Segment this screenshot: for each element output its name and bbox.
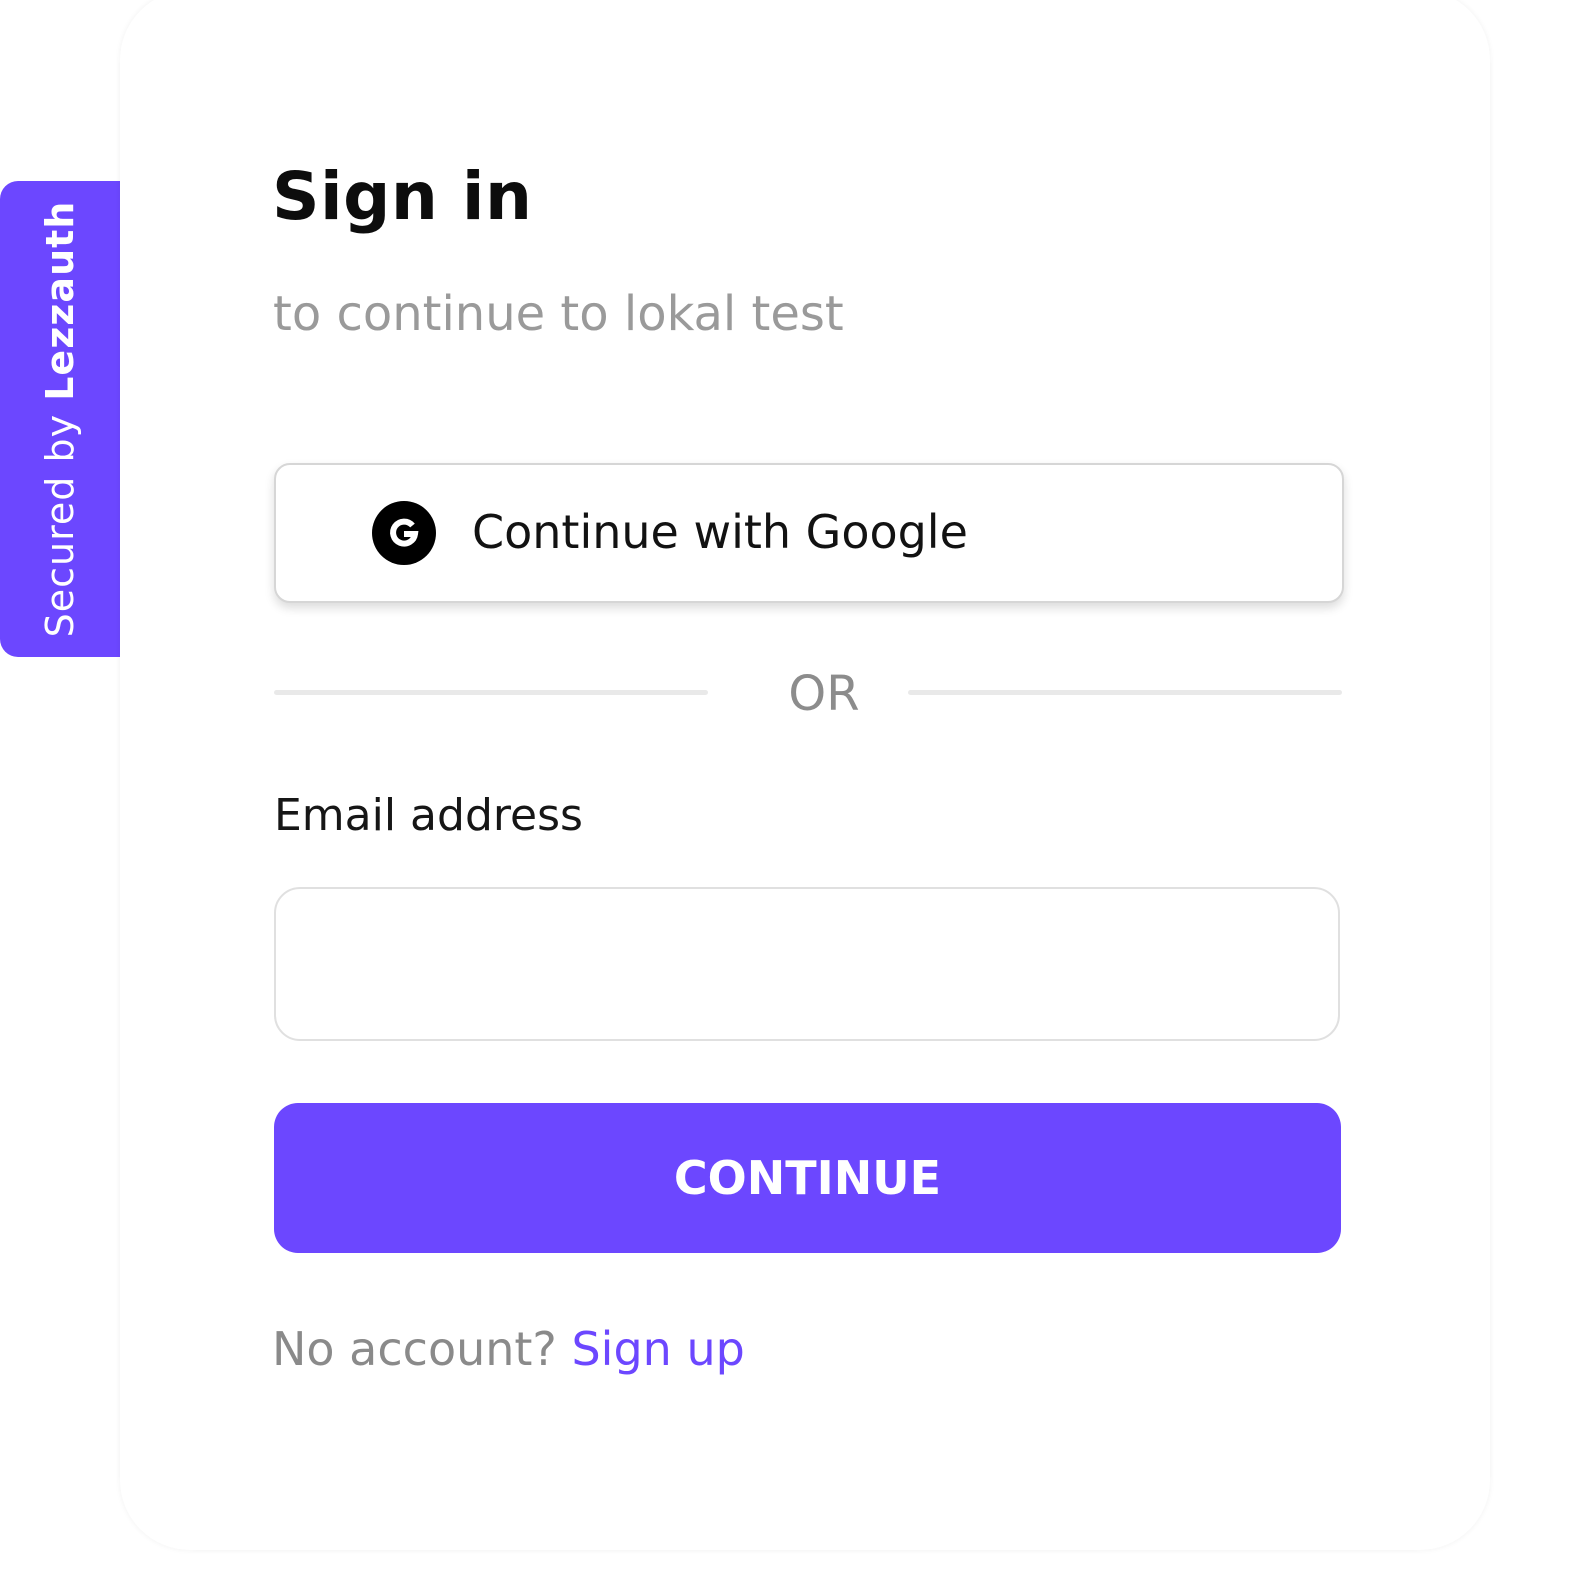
page-subtitle: to continue to lokal test <box>273 286 844 342</box>
sign-up-prompt: No account? Sign up <box>272 1322 745 1376</box>
secured-by-text: Secured by Lezzauth <box>38 201 82 638</box>
divider-right-line <box>908 690 1342 695</box>
page-title: Sign in <box>272 158 533 235</box>
continue-button[interactable]: CONTINUE <box>274 1103 1341 1253</box>
email-field[interactable] <box>274 887 1340 1041</box>
sign-in-card: Sign in to continue to lokal test Contin… <box>120 0 1490 1550</box>
divider-left-line <box>274 690 708 695</box>
google-button-label: Continue with Google <box>472 505 968 559</box>
continue-with-google-button[interactable]: Continue with Google <box>274 463 1344 603</box>
secured-by-badge: Secured by Lezzauth <box>0 181 120 657</box>
no-account-text: No account? <box>272 1322 557 1376</box>
sign-in-page: Secured by Lezzauth Sign in to continue … <box>0 0 1588 1588</box>
divider-or: OR <box>788 666 860 722</box>
google-icon <box>372 501 436 565</box>
sign-up-link[interactable]: Sign up <box>571 1322 744 1376</box>
secured-by-prefix: Secured by <box>38 413 82 638</box>
brand-name: Lezzauth <box>38 200 82 401</box>
email-label: Email address <box>274 790 583 841</box>
